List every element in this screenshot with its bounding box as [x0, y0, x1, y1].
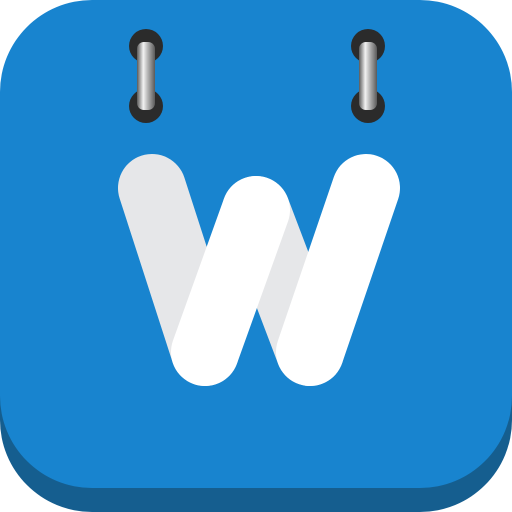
app-icon[interactable]: [0, 0, 512, 512]
calendar-w-app-icon: [0, 0, 512, 512]
